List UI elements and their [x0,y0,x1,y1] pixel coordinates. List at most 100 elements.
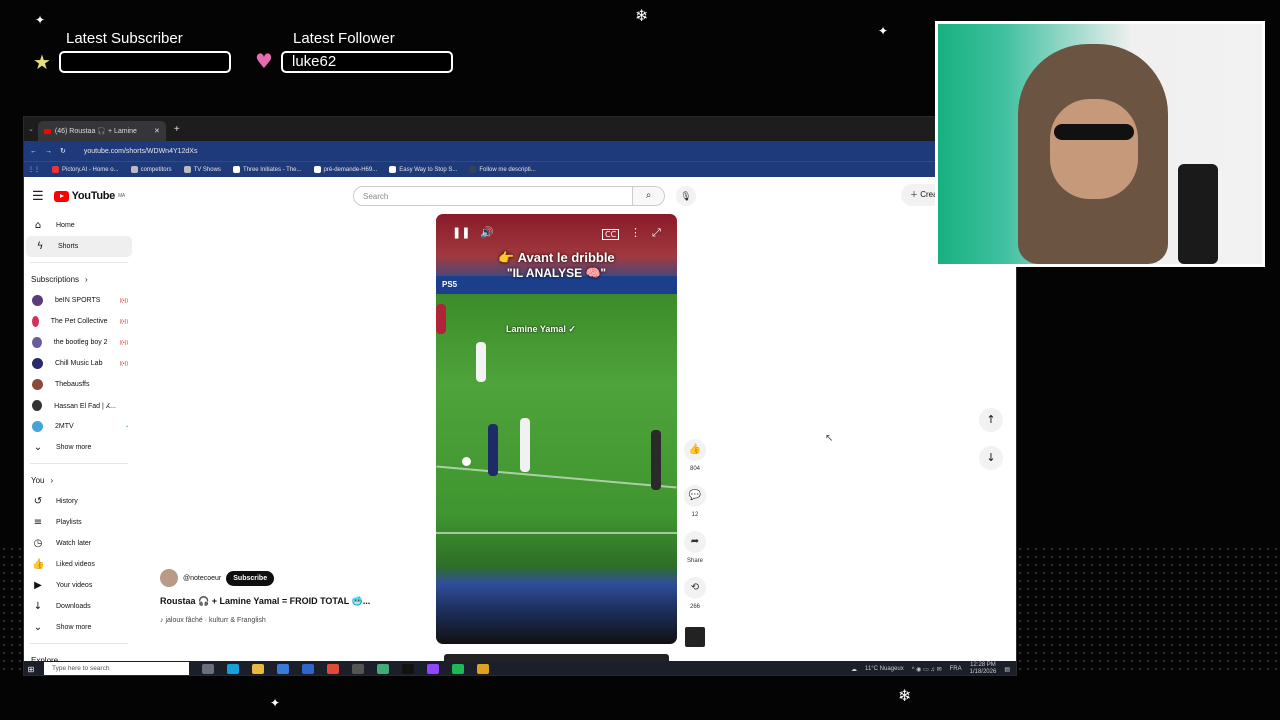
pause-icon[interactable]: ❚❚ [452,226,470,239]
bookmark-item[interactable]: Pictory.AI - Home o... [52,166,119,173]
bookmark-item[interactable]: pré-demande-H69... [313,166,377,173]
subscribe-button[interactable]: Subscribe [226,570,275,586]
taskbar-search-input[interactable]: Type here to search [44,662,189,675]
browser-tab[interactable]: (46) Roustaa 🎧 + Lamine ✕ [37,121,166,141]
sidebar-item-your-videos[interactable]: ▶ Your videos [24,575,134,596]
windows-start-icon[interactable]: ⊞ [24,665,38,674]
player-figure [651,430,661,490]
sparkle-icon: ✦ [878,24,889,38]
forward-icon[interactable]: → [45,148,52,155]
player-figure [436,304,446,334]
subscription-item[interactable]: Hassan El Fad | ⵃ... [24,395,134,416]
mouse-cursor-icon: ↖ [825,433,834,444]
show-more-button[interactable]: ⌄ Show more [24,437,134,458]
tab-menu-icon[interactable]: ⌄ [28,125,34,133]
clock-icon: ◷ [33,538,43,549]
new-tab-icon[interactable]: + [174,124,180,135]
tiktok-icon[interactable] [402,664,414,674]
search-icon[interactable]: ⌕ [633,186,665,206]
hamburger-menu-icon[interactable]: ☰ [32,188,44,204]
subscription-item[interactable]: Chill Music Lab ((•)) [24,353,134,374]
next-short-icon[interactable]: ↓ [979,446,1003,470]
bookmark-folder[interactable]: competitors [130,166,172,173]
you-header[interactable]: You › [24,469,134,491]
ball [462,457,471,466]
twitch-icon[interactable] [427,664,439,674]
sidebar-item-downloads[interactable]: ↓ Downloads [24,596,134,617]
reload-icon[interactable]: ↻ [60,147,66,155]
star-icon: ★ [33,50,51,74]
volume-icon[interactable]: 🔊 [480,226,494,239]
show-more-button[interactable]: ⌄ Show more [24,617,134,638]
channel-avatar[interactable] [160,569,178,587]
chrome-icon[interactable] [327,664,339,674]
live-icon: ((•)) [119,339,128,346]
browser-window: ⌄ (46) Roustaa 🎧 + Lamine ✕ + ← → ↻ yout… [23,116,1017,676]
apps-icon[interactable]: ⋮⋮ [28,166,40,173]
youtube-logo[interactable]: YouTube MA [53,190,125,202]
channel-name[interactable]: @notecoeur [183,575,221,582]
sidebar-item-liked-videos[interactable]: 👍 Liked videos [24,554,134,575]
like-icon[interactable]: 👍 [684,439,706,461]
chevron-right-icon: › [85,274,88,284]
app-icon[interactable] [477,664,489,674]
url-field[interactable]: youtube.com/shorts/WDWn4Y12dXs [74,148,981,155]
fullscreen-icon[interactable]: ⤢ [652,226,661,240]
microphone-icon[interactable]: 🎙 [676,186,696,206]
spotify-icon[interactable] [452,664,464,674]
music-info[interactable]: ♪ jaloux fâché · kulturr & Franglish [160,617,420,624]
sidebar-item-history[interactable]: ↺ History [24,491,134,512]
search-input[interactable]: Search [353,186,633,206]
bookmark-folder[interactable]: TV Shows [183,166,221,173]
share-icon[interactable]: ➦ [684,531,706,553]
weather-icon: ☁ [851,666,858,673]
subscription-item[interactable]: Thebausffs [24,374,134,395]
subscription-item[interactable]: 2MTV • [24,416,134,437]
subscriptions-header[interactable]: Subscriptions › [24,268,134,290]
language-indicator[interactable]: FRA [950,666,962,672]
subscription-item[interactable]: the bootleg boy 2 ((•)) [24,332,134,353]
sidebar-item-watch-later[interactable]: ◷ Watch later [24,533,134,554]
live-icon: ((•)) [119,360,128,367]
short-title[interactable]: Roustaa 🎧 + Lamine Yamal = FROID TOTAL 🥶… [160,596,420,607]
bookmark-item[interactable]: Easy Way to Stop S... [389,166,457,173]
task-view-icon[interactable] [202,664,214,674]
obs-icon[interactable] [352,664,364,674]
address-bar: ← → ↻ youtube.com/shorts/WDWn4Y12dXs ▭ ☆ [24,141,1016,161]
weather-text[interactable]: 11°C Nuageux [865,666,904,672]
sparkle-icon: ❄ [635,6,649,25]
comment-icon[interactable]: 💬 [684,485,706,507]
bookmark-item[interactable]: Follow me descripti... [469,166,536,173]
close-icon[interactable]: ✕ [154,127,160,135]
file-explorer-icon[interactable] [252,664,264,674]
captions-icon[interactable]: CC [602,229,620,240]
sunglasses [1054,124,1134,140]
more-options-icon[interactable]: ⋮ [630,226,641,239]
sidebar-item-playlists[interactable]: ≡ Playlists [24,512,134,533]
latest-follower-label: Latest Follower [293,30,395,47]
sidebar-item-shorts[interactable]: ϟ Shorts [26,236,132,257]
app-icon[interactable] [302,664,314,674]
tab-title: (46) Roustaa 🎧 + Lamine [54,128,137,135]
tray-icons[interactable]: ^ ◉ ▭ ♫ ✉ [912,666,942,673]
app-icon[interactable] [377,664,389,674]
heart-icon: ♥ [255,49,273,73]
comment-count: 12 [691,512,699,518]
store-icon[interactable] [277,664,289,674]
sound-thumbnail[interactable] [685,627,705,647]
short-video-player[interactable]: PS5 ❚❚ 🔊 CC ⋮ ⤢ 👉 Avant le dribble "IL A… [436,214,677,644]
notifications-icon[interactable]: ▤ [1004,666,1010,673]
remix-icon[interactable]: ⟲ [684,577,706,599]
bookmark-favicon-icon [232,166,240,173]
bookmark-item[interactable]: Three Initiates - The... [232,166,302,173]
edge-icon[interactable] [227,664,239,674]
back-icon[interactable]: ← [30,148,37,155]
bookmark-favicon-icon [389,166,397,173]
live-icon: ((•)) [119,297,128,304]
previous-short-icon[interactable]: ↑ [979,408,1003,432]
sidebar-item-home[interactable]: ⌂ Home [24,215,134,236]
subscription-item[interactable]: The Pet Collective ((•)) [24,311,134,332]
chevron-right-icon: › [50,475,54,485]
clock[interactable]: 12:28 PM 1/18/2026 [970,662,997,675]
subscription-item[interactable]: beIN SPORTS ((•)) [24,290,134,311]
